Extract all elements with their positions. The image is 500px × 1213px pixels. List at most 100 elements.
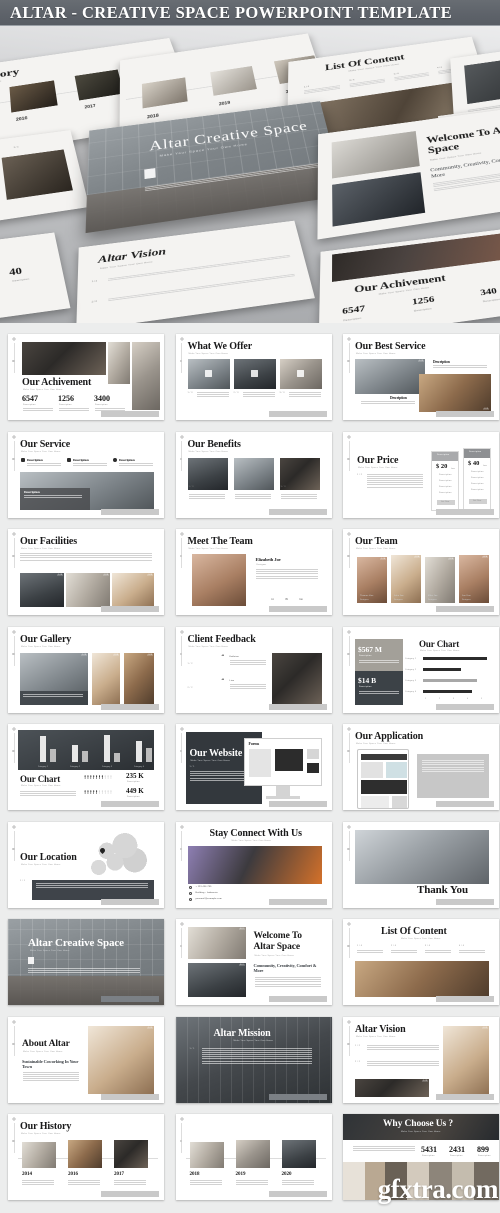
grid-cell: Our Application Make Your Space Your Own… [339, 718, 500, 816]
slide-photo [271, 652, 322, 705]
quote-icon: “ [221, 678, 225, 684]
slide-our-history-1[interactable]: Our History Make Your Space Your Own Hom… [8, 1114, 164, 1200]
slide-our-service[interactable]: Our Service Make Your Space Your Own Hom… [8, 431, 164, 518]
slide-our-chart-bars[interactable]: $567 M Description $14 B Description Our… [343, 626, 499, 713]
slide-photo: 1 / 3 [20, 573, 64, 607]
slide-welcome-to-altar-space[interactable]: 1 / 2 2 / 2 Welcome To Altar Space Make … [175, 919, 332, 1005]
slide-stay-connect-with-us[interactable]: Stay Connect With Us Make Your Space You… [175, 821, 332, 908]
phone-icon [188, 885, 192, 889]
hero-slide-subtitle: Make Your Space Your Own Home [0, 79, 2, 89]
slide-what-we-offer[interactable]: What We Offer Make Your Space Your Own H… [175, 334, 332, 420]
slide-altar-vision[interactable]: Altar Vision Make Your Space Your Own Ho… [343, 1016, 499, 1103]
plan-cta-button[interactable]: Get Now [469, 498, 487, 504]
linkedin-icon[interactable]: in [272, 597, 275, 601]
slide-photo: 1 / 2 [187, 927, 246, 959]
member-tag: 2 / 4 [414, 556, 420, 558]
image-tag: 3 / 3 [147, 653, 153, 656]
slide-meet-the-team[interactable]: Meet The Team Make Your Space Your Own H… [175, 529, 332, 615]
slide-photo: 2 / 2 [187, 963, 246, 997]
member-role: Designer [360, 599, 369, 601]
facebook-icon[interactable]: fb [286, 597, 289, 601]
slide-our-gallery[interactable]: Our Gallery Make Your Space Your Own Hom… [8, 626, 164, 713]
price-card[interactable]: Description $ 40 /mo Description Descrip… [463, 447, 491, 511]
slide-photo: 2 / 3 [92, 652, 120, 705]
hero-item-index: 4 / 4 [436, 66, 443, 70]
slide-client-feedback[interactable]: Client Feedback Make Your Space Your Own… [175, 626, 332, 713]
chart-category: Category 4 [405, 690, 417, 693]
item-index: 1 / 1 [20, 879, 26, 882]
grid-cell: Altar Vision Make Your Space Your Own Ho… [339, 1011, 500, 1109]
member-tag: 4 / 4 [482, 556, 488, 558]
slide-altar-mission[interactable]: Altar Mission Make Your Space Your Own H… [175, 1016, 332, 1103]
slide-subtitle: Make Your Space Your Own Home [188, 353, 228, 355]
stat-value: 899 [477, 1145, 489, 1154]
slide-footer-bar [101, 1093, 159, 1100]
slide-thank-you[interactable]: Thank You [343, 821, 499, 908]
slide-title: Altar Mission [213, 1027, 271, 1039]
row-label: Description [127, 796, 140, 798]
image-tag: 1 / 2 [422, 1079, 428, 1082]
person-photo [191, 554, 246, 606]
slide-footer-bar [268, 703, 327, 710]
slide-photo [108, 342, 130, 384]
twitter-icon[interactable]: tw [300, 597, 303, 601]
person-role: Designer [256, 564, 267, 566]
grid-icon [12, 1019, 16, 1024]
grid-cell: Thank You [339, 816, 500, 914]
slide-our-team[interactable]: Our Team Make Your Space Your Own Home 1… [343, 529, 499, 615]
site-watermark: gfxtra.com [377, 1174, 499, 1204]
item-label: Description [390, 396, 407, 400]
slide-our-chart-pictogram[interactable]: Category 1 Category 2 Category 3 Categor… [8, 724, 164, 810]
slide-heading: Community, Creativity, Comfort & More [253, 963, 317, 974]
slide-subtitle: Make Your Space Your Own Home [21, 785, 61, 787]
member-role: Designer [462, 599, 471, 601]
slide-altar-creative-space[interactable]: Altar Creative Space Make Your Space You… [8, 919, 164, 1005]
slide-title: Our Price [357, 454, 399, 466]
grid-cell: Altar Creative Space Make Your Space You… [4, 913, 169, 1011]
slide-our-best-service[interactable]: Our Best Service Make Your Space Your Ow… [343, 334, 499, 420]
grid-icon [347, 434, 351, 439]
slide-title: Client Feedback [187, 633, 256, 645]
grid-icon [12, 727, 16, 731]
slide-our-achivement[interactable]: Our Achivement Make Your Space Your Own … [8, 334, 164, 420]
chart-bar [82, 751, 88, 762]
item-label: Description [119, 457, 135, 462]
slide-our-website[interactable]: Our Website Make Your Space Your Own Hom… [175, 724, 332, 810]
hero-history-photo [210, 66, 257, 96]
slide-footer-bar [101, 1191, 159, 1197]
plan-head: Description [469, 451, 482, 453]
slide-our-location[interactable]: Our Location Make Your Space Your Own Ho… [8, 821, 164, 908]
slide-subtitle: Make Your Space Your Own Home [231, 839, 271, 842]
testimonial-index: 2 / 2 [187, 686, 193, 689]
card-label: Description [359, 654, 372, 657]
image-tag: 1 / 3 [57, 574, 63, 576]
slide-title: Our Chart [419, 638, 460, 649]
hero-mockup: Our History Make Your Space Your Own Hom… [0, 26, 500, 323]
grid-cell: Client Feedback Make Your Space Your Own… [172, 621, 337, 719]
slide-title: Our Achivement [22, 377, 92, 388]
price-card[interactable]: Description $ 20 /mo Description Descrip… [431, 450, 459, 511]
hero-history-photo [74, 69, 124, 101]
slide-our-benefits[interactable]: Our Benefits Make Your Space Your Own Ho… [175, 431, 332, 518]
plan-cta-label: Get Now [441, 500, 450, 503]
chart-category: Category 2 [70, 766, 81, 768]
slide-our-facilities[interactable]: Our Facilities Make Your Space Your Own … [8, 529, 164, 615]
grid-icon [179, 337, 184, 341]
slide-title: Stay Connect With Us [209, 827, 302, 839]
plan-cta-button[interactable]: Get Now [437, 499, 455, 505]
slide-our-application[interactable]: Our Application Make Your Space Your Own… [343, 724, 499, 810]
chart-bar [423, 657, 487, 661]
slide-about-altar[interactable]: About Altar Make Your Space Your Own Hom… [8, 1016, 164, 1103]
slide-title: Our Gallery [20, 633, 72, 645]
slide-our-price[interactable]: Our Price Make Your Space Your Own Home … [343, 431, 499, 518]
hero-welcome-photo [331, 131, 420, 179]
hero-year-label: 2018 [147, 113, 159, 120]
slide-footer-bar [101, 996, 159, 1002]
history-year: 2018 [189, 1172, 200, 1177]
grid-cell: Our Achivement Make Your Space Your Own … [4, 328, 169, 426]
slide-our-history-2[interactable]: 2018 2019 2020 [175, 1114, 332, 1200]
slide-footer-bar [436, 411, 494, 417]
slide-list-of-content[interactable]: List Of Content Make Your Space Your Own… [343, 919, 499, 1005]
grid-cell: Altar Mission Make Your Space Your Own H… [172, 1011, 337, 1109]
image-tag: 2 / 2 [482, 1026, 488, 1029]
